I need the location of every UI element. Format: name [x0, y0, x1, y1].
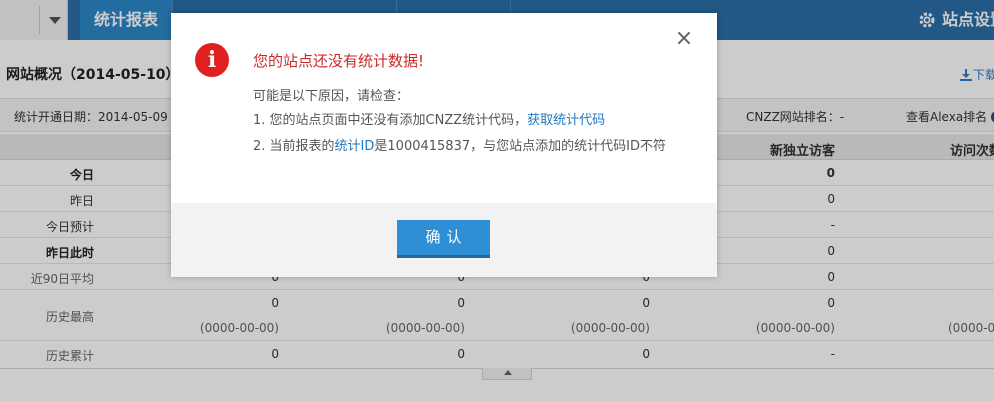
- dialog-footer: 确认: [171, 203, 717, 277]
- get-code-link[interactable]: 获取统计代码: [527, 113, 605, 128]
- stats-id-link[interactable]: 统计ID: [335, 139, 375, 154]
- reason-2-prefix: 2. 当前报表的: [253, 139, 335, 154]
- dialog-title: 您的站点还没有统计数据!: [253, 52, 425, 70]
- reason-1: 1. 您的站点页面中还没有添加CNZZ统计代码，获取统计代码: [253, 109, 605, 128]
- reason-1-text: 1. 您的站点页面中还没有添加CNZZ统计代码，: [253, 113, 528, 128]
- info-icon: i: [195, 43, 229, 77]
- confirm-button[interactable]: 确认: [397, 220, 490, 258]
- reason-2-suffix: 是1000415837，与您站点添加的统计代码ID不符: [374, 139, 666, 154]
- dialog-intro: 可能是以下原因，请检查：: [253, 89, 410, 104]
- reason-2: 2. 当前报表的统计ID是1000415837，与您站点添加的统计代码ID不符: [253, 135, 666, 154]
- no-data-dialog: i 您的站点还没有统计数据! 可能是以下原因，请检查： 1. 您的站点页面中还没…: [171, 13, 717, 277]
- close-icon[interactable]: [677, 31, 691, 45]
